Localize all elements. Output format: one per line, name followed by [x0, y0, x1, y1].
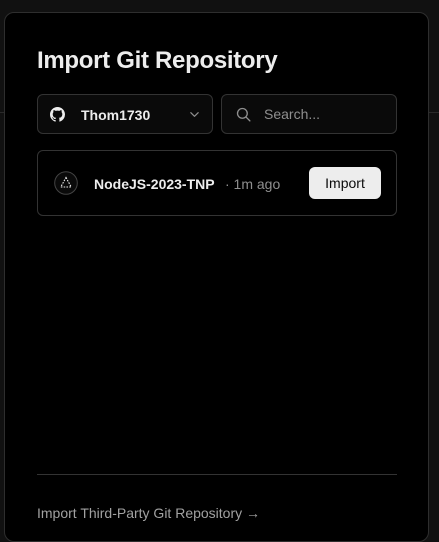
search-icon [236, 107, 251, 122]
repository-search [221, 94, 397, 134]
git-account-selector[interactable]: Thom1730 [37, 94, 213, 134]
dialog-title: Import Git Repository [37, 47, 278, 74]
repository-row: NodeJS-2023-TNP · 1m ago Import [38, 151, 396, 215]
account-name: Thom1730 [81, 107, 151, 123]
footer-divider [37, 474, 397, 475]
import-button[interactable]: Import [309, 167, 381, 199]
github-icon [50, 107, 65, 122]
chevron-down-icon [190, 112, 199, 117]
repository-list: NodeJS-2023-TNP · 1m ago Import [37, 150, 397, 216]
repository-updated-time: · 1m ago [225, 176, 281, 192]
import-third-party-repository-link[interactable]: Import Third-Party Git Repository → [37, 505, 260, 521]
repository-name: NodeJS-2023-TNP [94, 176, 215, 192]
import-git-repository-dialog: Import Git Repository Thom1730 NodeJS-20… [4, 12, 429, 542]
triangle-logo-icon [54, 171, 78, 195]
search-input[interactable] [264, 104, 388, 124]
